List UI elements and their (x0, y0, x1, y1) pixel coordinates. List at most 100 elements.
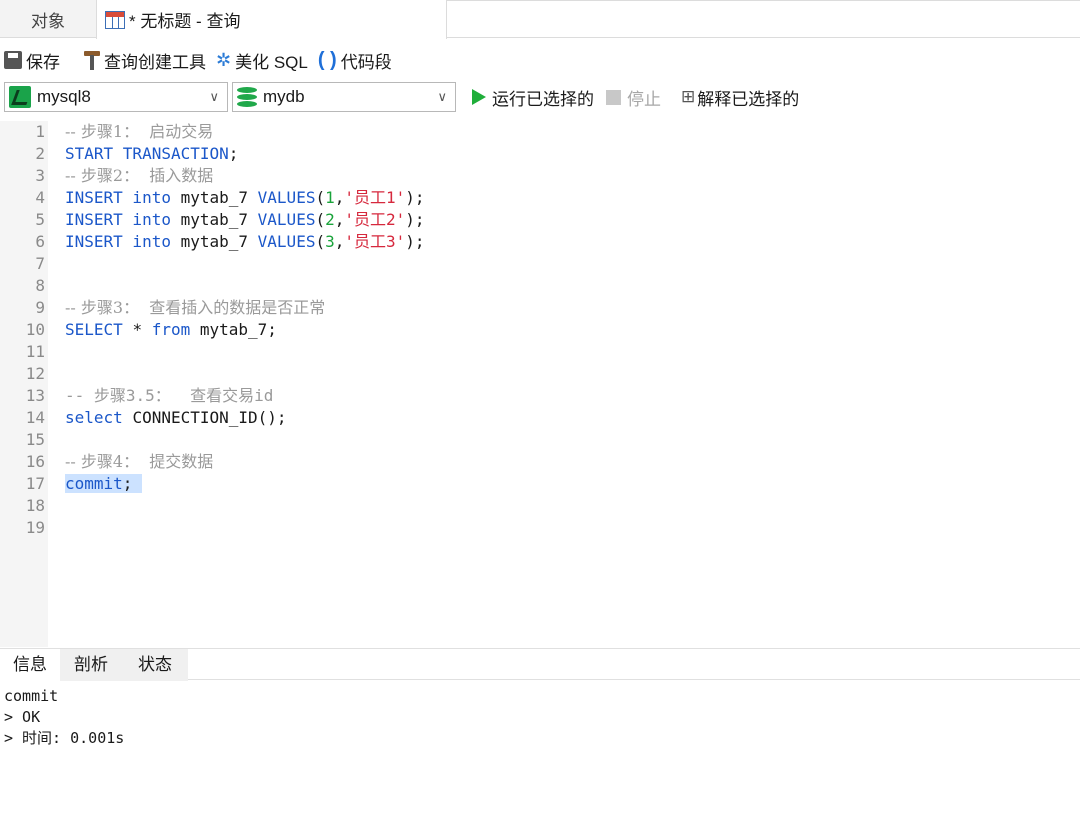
line-number: 3 (35, 166, 45, 185)
line-number: 16 (25, 452, 45, 471)
code-line: 8 (0, 275, 1080, 297)
stop-label: 停止 (627, 89, 661, 109)
code-text: INSERT into mytab_7 VALUES(2,'员工2'); (65, 209, 425, 231)
line-number: 13 (25, 386, 45, 405)
code-text: -- 步骤1： 启动交易 (65, 121, 213, 143)
tab-query[interactable]: * 无标题 - 查询 (96, 0, 447, 39)
code-text: SELECT * from mytab_7; (65, 319, 277, 341)
connection-value: mysql8 (37, 87, 91, 106)
code-token: ; (122, 474, 143, 493)
code-line: 14 select CONNECTION_ID(); (0, 407, 1080, 429)
code-line: 11 (0, 341, 1080, 363)
code-token: '员工3' (344, 232, 406, 251)
code-line: 5 INSERT into mytab_7 VALUES(2,'员工2'); (0, 209, 1080, 231)
line-number: 6 (35, 232, 45, 251)
code-token: ); (405, 210, 425, 229)
code-line: 9 -- 步骤3： 查看插入的数据是否正常 (0, 297, 1080, 319)
code-line: 18 (0, 495, 1080, 517)
code-line: 6 INSERT into mytab_7 VALUES(3,'员工3'); (0, 231, 1080, 253)
hammer-icon (84, 50, 100, 70)
stop-icon (606, 89, 621, 105)
code-token: -- 步骤1： 启动交易 (65, 122, 214, 141)
chevron-down-icon: ∨ (209, 89, 219, 104)
line-number: 12 (25, 364, 45, 383)
code-token: , (334, 232, 345, 251)
line-number: 9 (35, 298, 45, 317)
code-line: 17 commit; (0, 473, 1080, 495)
chevron-down-icon: ∨ (437, 89, 447, 104)
output-messages: commit > OK > 时间: 0.001s (4, 686, 1074, 749)
code-token: -- 步骤4： 提交数据 (65, 452, 214, 471)
code-token: from (151, 320, 200, 339)
tab-info[interactable]: 信息 (0, 649, 60, 681)
code-token: select (65, 408, 133, 427)
tab-profile[interactable]: 剖析 (60, 649, 122, 681)
code-token: INSERT into (65, 210, 181, 229)
code-line: 16 -- 步骤4： 提交数据 (0, 451, 1080, 473)
beautify-sql-label: 美化 SQL (235, 52, 308, 72)
query-builder-button[interactable]: 查询创建工具 (84, 48, 206, 73)
code-token: mytab_7; (199, 320, 277, 339)
query-toolbar: mysql8 ∨ mydb ∨ 运行已选择的 停止 ⊞ 解释已选择的 (0, 80, 1080, 114)
line-number: 11 (25, 342, 45, 361)
stop-button[interactable]: 停止 (604, 85, 661, 110)
code-token: ); (405, 188, 425, 207)
output-tab-bar: 信息 剖析 状态 (0, 648, 1080, 681)
code-line: 7 (0, 253, 1080, 275)
explain-selected-button[interactable]: ⊞ 解释已选择的 (671, 85, 799, 110)
code-snippet-button[interactable]: ( ) 代码段 (318, 48, 392, 73)
explain-selected-label: 解释已选择的 (697, 89, 800, 109)
code-text: -- 步骤3： 查看插入的数据是否正常 (65, 297, 325, 319)
output-line: > 时间: 0.001s (4, 729, 125, 747)
code-token: ( (315, 210, 326, 229)
line-number: 19 (25, 518, 45, 537)
line-number: 7 (35, 254, 45, 273)
code-token: commit (65, 474, 123, 493)
line-number: 4 (35, 188, 45, 207)
code-token: VALUES (257, 232, 316, 251)
line-number: 1 (35, 122, 45, 141)
code-text: -- 步骤2： 插入数据 (65, 165, 213, 187)
code-token: * (132, 320, 152, 339)
line-number: 18 (25, 496, 45, 515)
code-token: -- 步骤3： 查看插入的数据是否正常 (65, 298, 326, 317)
tab-query-label: * 无标题 - 查询 (129, 12, 241, 31)
code-token: -- 步骤2： 插入数据 (65, 166, 214, 185)
database-select[interactable]: mydb ∨ (232, 82, 456, 112)
line-number: 5 (35, 210, 45, 229)
code-token: VALUES (257, 210, 316, 229)
database-icon (237, 86, 257, 108)
output-line: > OK (4, 708, 41, 726)
code-token: mytab_7 (180, 188, 258, 207)
line-number: 15 (25, 430, 45, 449)
code-text: -- 步骤4： 提交数据 (65, 451, 213, 473)
code-token: -- 步骤3.5： 查看交易id (65, 386, 274, 405)
code-token: mytab_7 (180, 232, 258, 251)
code-line: 19 (0, 517, 1080, 539)
play-icon (472, 89, 486, 105)
code-snippet-icon: ( ) (317, 49, 337, 71)
code-text: INSERT into mytab_7 VALUES(3,'员工3'); (65, 231, 425, 253)
tab-status[interactable]: 状态 (122, 649, 188, 681)
code-snippet-label: 代码段 (340, 52, 392, 72)
mysql-connection-icon (9, 86, 31, 108)
code-token: SELECT (65, 320, 133, 339)
line-number: 2 (35, 144, 45, 163)
beautify-sql-button[interactable]: ✲ 美化 SQL (216, 48, 308, 73)
connection-select[interactable]: mysql8 ∨ (4, 82, 228, 112)
save-label: 保存 (26, 52, 60, 72)
code-text: INSERT into mytab_7 VALUES(1,'员工1'); (65, 187, 425, 209)
sql-editor[interactable]: 1 -- 步骤1： 启动交易 2 START TRANSACTION; 3 -- 步骤2：… (0, 121, 1080, 647)
run-selected-button[interactable]: 运行已选择的 (460, 85, 594, 110)
tab-bar: 对象 * 无标题 - 查询 (0, 0, 1080, 39)
code-line: 13 -- 步骤3.5： 查看交易id (0, 385, 1080, 407)
query-builder-label: 查询创建工具 (104, 52, 206, 72)
magic-wand-icon: ✲ (216, 50, 232, 70)
code-token: 1 (325, 188, 335, 207)
save-button[interactable]: 保存 (4, 48, 60, 73)
tab-objects[interactable]: 对象 (0, 0, 96, 38)
database-value: mydb (263, 87, 305, 106)
save-icon (4, 51, 22, 69)
code-line: 3 -- 步骤2： 插入数据 (0, 165, 1080, 187)
main-toolbar: 保存 查询创建工具 ✲ 美化 SQL ( ) 代码段 (0, 42, 1080, 78)
